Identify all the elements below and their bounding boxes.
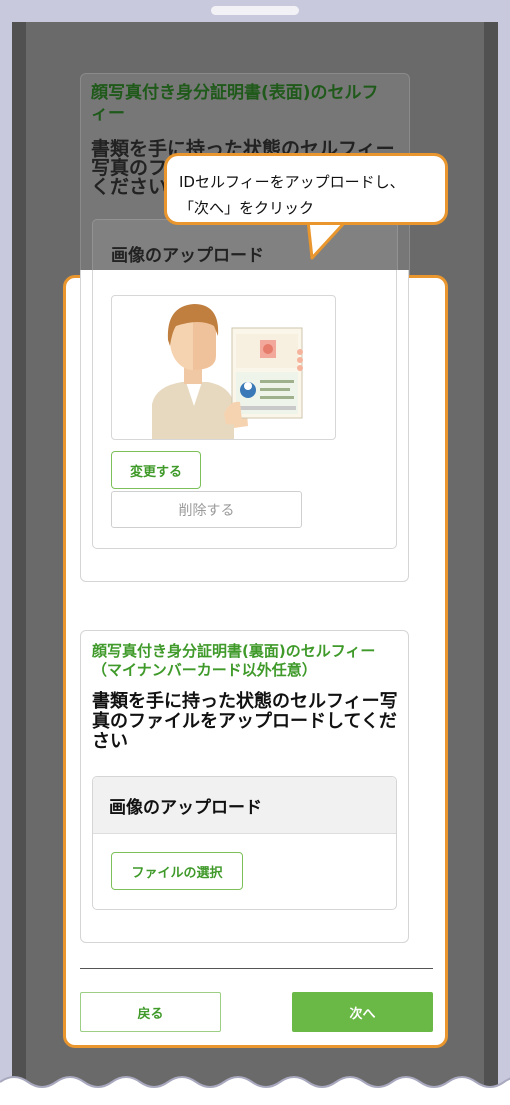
dimmed-upload-header: 画像のアップロード [111, 246, 264, 266]
back-upload-header: 画像のアップロード [93, 777, 396, 834]
torn-edge [0, 1076, 510, 1105]
change-button[interactable]: 変更する [111, 451, 201, 489]
back-card-title: 顔写真付き身分証明書(裏面)のセルフィー（マイナンバーカード以外任意） [92, 642, 376, 679]
back-button[interactable]: 戻る [80, 992, 221, 1032]
footer-divider [80, 968, 433, 969]
uploaded-selfie-preview [111, 295, 336, 440]
dimmed-front-title-line2: ィー [91, 104, 125, 124]
screen-left-edge [12, 22, 26, 1105]
dimmed-front-desc-line3: ください [91, 176, 168, 198]
selfie-image-icon [152, 304, 303, 439]
callout-text: IDセルフィーをアップロードし、 「次へ」をクリック [179, 173, 405, 217]
delete-button[interactable]: 削除する [111, 491, 302, 528]
screen-right-edge [484, 22, 498, 1105]
device-frame: 顔写真付き身分証明書(表面)のセルフ ィー 書類を手に持った状態のセルフィー 写… [0, 0, 510, 1105]
dimmed-front-title-line1: 顔写真付き身分証明書(表面)のセルフ [91, 83, 379, 103]
device-speaker [211, 6, 299, 15]
callout-bubble: IDセルフィーをアップロードし、 「次へ」をクリック [164, 153, 448, 225]
choose-file-button[interactable]: ファイルの選択 [111, 852, 243, 890]
back-card-description: 書類を手に持った状態のセルフィー写真のファイルをアップロードしてください [92, 691, 398, 752]
next-button[interactable]: 次へ [292, 992, 433, 1032]
